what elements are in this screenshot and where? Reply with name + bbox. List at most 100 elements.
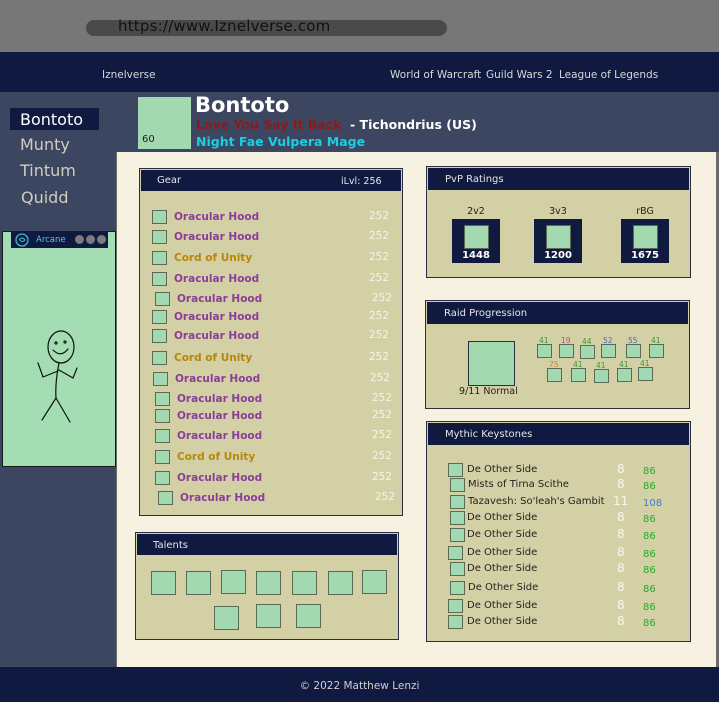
gear-item-icon[interactable] xyxy=(158,491,173,505)
gear-item-icon[interactable] xyxy=(155,392,170,406)
raid-boss-icon[interactable] xyxy=(617,368,632,382)
gear-item-name[interactable]: Oracular Hood xyxy=(177,393,262,405)
gear-item-icon[interactable] xyxy=(155,429,170,443)
talent-icon[interactable] xyxy=(296,604,321,628)
dungeon-icon[interactable] xyxy=(450,581,465,595)
gear-item-name[interactable]: Oracular Hood xyxy=(177,430,262,442)
talent-icon[interactable] xyxy=(362,570,387,594)
dungeon-name[interactable]: De Other Side xyxy=(467,616,537,627)
gear-item-icon[interactable] xyxy=(155,471,170,485)
dungeon-name[interactable]: De Other Side xyxy=(467,464,537,475)
talent-icon[interactable] xyxy=(256,604,281,628)
keystone-score: 86 xyxy=(643,584,656,595)
gear-item-level: 252 xyxy=(369,230,390,242)
arcane-spec-icon xyxy=(15,233,29,247)
gear-item-level: 252 xyxy=(369,272,390,284)
dungeon-icon[interactable] xyxy=(448,599,463,613)
dungeon-name[interactable]: De Other Side xyxy=(467,547,537,558)
gear-item-icon[interactable] xyxy=(155,450,170,464)
gear-item-icon[interactable] xyxy=(152,272,167,286)
spec-dot-2[interactable] xyxy=(86,235,95,244)
keystone-level: 8 xyxy=(617,614,625,628)
raid-boss-icon[interactable] xyxy=(559,344,574,358)
gear-item-name[interactable]: Cord of Unity xyxy=(174,252,252,264)
dungeon-name[interactable]: De Other Side xyxy=(467,600,537,611)
raid-boss-icon[interactable] xyxy=(537,344,552,358)
talent-icon[interactable] xyxy=(221,570,246,594)
gear-item-level: 252 xyxy=(375,491,396,503)
gear-item-name[interactable]: Cord of Unity xyxy=(174,352,252,364)
gear-item-icon[interactable] xyxy=(152,351,167,365)
keystone-level: 8 xyxy=(617,561,625,575)
gear-item-name[interactable]: Oracular Hood xyxy=(174,311,259,323)
raid-title: Raid Progression xyxy=(444,308,528,319)
mythic-title: Mythic Keystones xyxy=(445,429,533,440)
nav-link-gw2[interactable]: Guild Wars 2 xyxy=(486,69,553,81)
talent-icon[interactable] xyxy=(186,571,211,595)
raid-boss-icon[interactable] xyxy=(601,344,616,358)
dungeon-icon[interactable] xyxy=(450,562,465,576)
gear-item-name[interactable]: Oracular Hood xyxy=(175,373,260,385)
gear-item-icon[interactable] xyxy=(152,230,167,244)
gear-item-name[interactable]: Oracular Hood xyxy=(174,211,259,223)
gear-item-icon[interactable] xyxy=(152,251,167,265)
gear-item-name[interactable]: Oracular Hood xyxy=(177,472,262,484)
gear-item-icon[interactable] xyxy=(153,372,168,386)
raid-boss-icon[interactable] xyxy=(571,368,586,382)
brand-link[interactable]: Iznelverse xyxy=(102,69,156,81)
dungeon-icon[interactable] xyxy=(450,528,465,542)
dungeon-name[interactable]: De Other Side xyxy=(468,582,538,593)
raid-boss-icon[interactable] xyxy=(547,368,562,382)
dungeon-icon[interactable] xyxy=(450,495,465,509)
keystone-level: 8 xyxy=(617,545,625,559)
gear-item-icon[interactable] xyxy=(152,310,167,324)
gear-item-name[interactable]: Oracular Hood xyxy=(177,410,262,422)
gear-item-name[interactable]: Oracular Hood xyxy=(174,273,259,285)
keystone-score: 108 xyxy=(643,498,663,509)
gear-item-icon[interactable] xyxy=(152,329,167,343)
dungeon-name[interactable]: De Other Side xyxy=(467,512,537,523)
gear-item-name[interactable]: Oracular Hood xyxy=(174,330,259,342)
talent-icon[interactable] xyxy=(256,571,281,595)
gear-item-name[interactable]: Oracular Hood xyxy=(180,492,265,504)
spec-dot-1[interactable] xyxy=(75,235,84,244)
dungeon-name[interactable]: De Other Side xyxy=(467,529,537,540)
dungeon-name[interactable]: Mists of Tirna Scithe xyxy=(468,479,569,490)
dungeon-icon[interactable] xyxy=(448,546,463,560)
talent-icon[interactable] xyxy=(328,571,353,595)
dungeon-icon[interactable] xyxy=(450,478,465,492)
gear-item-level: 252 xyxy=(372,292,393,304)
raid-boss-icon[interactable] xyxy=(594,369,609,383)
keystone-level: 8 xyxy=(617,510,625,524)
dungeon-icon[interactable] xyxy=(448,463,463,477)
sidebar-character-quidd[interactable]: Quidd xyxy=(21,188,69,207)
spec-dot-3[interactable] xyxy=(97,235,106,244)
gear-item-level: 252 xyxy=(369,210,390,222)
gear-item-icon[interactable] xyxy=(155,292,170,306)
raid-boss-icon[interactable] xyxy=(638,367,653,381)
sidebar-character-bontoto[interactable]: Bontoto xyxy=(20,110,83,129)
gear-item-name[interactable]: Cord of Unity xyxy=(177,451,255,463)
talent-icon[interactable] xyxy=(214,606,239,630)
guild-name[interactable]: Love You Say It Back xyxy=(196,117,342,132)
dungeon-name[interactable]: Tazavesh: So'leah's Gambit xyxy=(468,496,605,507)
dungeon-name[interactable]: De Other Side xyxy=(467,563,537,574)
url-text[interactable]: https://www.Iznelverse.com xyxy=(118,17,330,35)
raid-boss-icon[interactable] xyxy=(580,345,595,359)
talent-icon[interactable] xyxy=(292,571,317,595)
gear-item-name[interactable]: Oracular Hood xyxy=(177,293,262,305)
sidebar-character-munty[interactable]: Munty xyxy=(20,135,70,154)
dungeon-icon[interactable] xyxy=(450,511,465,525)
gear-item-icon[interactable] xyxy=(152,210,167,224)
gear-item-level: 252 xyxy=(370,372,391,384)
nav-link-wow[interactable]: World of Warcraft xyxy=(390,69,481,81)
dungeon-icon[interactable] xyxy=(448,615,463,629)
nav-link-lol[interactable]: League of Legends xyxy=(559,69,658,81)
gear-item-icon[interactable] xyxy=(155,409,170,423)
sidebar-character-tintum[interactable]: Tintum xyxy=(20,161,76,180)
raid-boss-icon[interactable] xyxy=(626,344,641,358)
keystone-level: 8 xyxy=(617,477,625,491)
raid-boss-icon[interactable] xyxy=(649,344,664,358)
gear-item-name[interactable]: Oracular Hood xyxy=(174,231,259,243)
talent-icon[interactable] xyxy=(151,571,176,595)
